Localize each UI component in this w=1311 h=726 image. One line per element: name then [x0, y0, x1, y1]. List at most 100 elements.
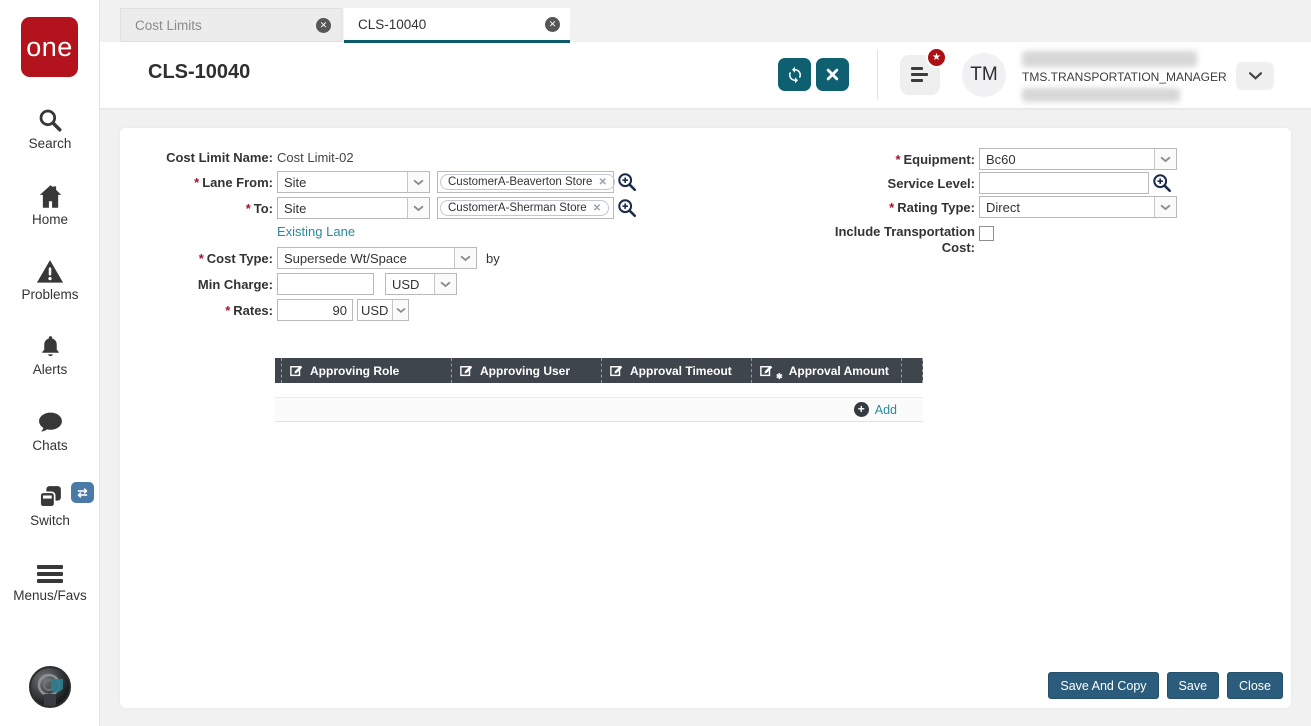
close-icon [826, 68, 839, 81]
problems-icon [0, 257, 100, 284]
column-header-actions [901, 358, 923, 383]
rates-input[interactable] [277, 299, 353, 321]
rating-type-label: * Rating Type: [889, 200, 975, 215]
sidebar-item-menus-favs[interactable]: Menus/Favs [0, 558, 100, 603]
edit-required-icon [760, 365, 773, 377]
tab-label: CLS-10040 [358, 16, 427, 32]
assistant-logo-icon[interactable] [29, 666, 71, 708]
approval-table-header: Approving Role Approving User Approval T… [275, 358, 923, 383]
service-level-lookup-button[interactable] [1152, 173, 1172, 193]
equipment-label: * Equipment: [895, 152, 975, 167]
service-level-label: Service Level: [887, 176, 975, 191]
add-row-button[interactable]: Add [875, 403, 897, 417]
chevron-down-icon [1154, 149, 1176, 169]
tab-label: Cost Limits [135, 17, 202, 33]
rates-currency-select[interactable]: USD [357, 299, 409, 321]
tab-close-icon[interactable]: ✕ [545, 16, 560, 32]
include-transportation-cost-label: Include Transportation Cost: [834, 224, 975, 256]
include-transportation-cost-checkbox[interactable] [979, 226, 994, 241]
chevron-down-icon [454, 248, 476, 268]
min-charge-currency-select[interactable]: USD [385, 273, 457, 295]
chats-icon [0, 408, 100, 435]
chevron-down-icon [392, 300, 408, 320]
footer-actions: Save And Copy Save Close [1048, 672, 1283, 699]
lane-from-type-select[interactable]: Site [277, 171, 430, 193]
cost-limit-name-label: Cost Limit Name: [166, 150, 273, 165]
switch-env-badge-icon[interactable]: ⇄ [71, 482, 94, 503]
chevron-down-icon [407, 172, 429, 192]
sidebar-item-home[interactable]: Home [0, 182, 100, 227]
notifications-button[interactable]: ★ [900, 47, 947, 95]
table-add-row: + Add [275, 398, 923, 422]
refresh-button[interactable] [778, 58, 811, 91]
equipment-select[interactable]: Bc60 [979, 148, 1177, 170]
list-icon [911, 67, 928, 85]
to-type-select[interactable]: Site [277, 197, 430, 219]
sidebar-item-switch[interactable]: ⇄ Switch [0, 482, 100, 528]
chevron-down-icon [1154, 197, 1176, 217]
sidebar-item-label: Switch [30, 513, 70, 528]
home-icon [0, 182, 100, 209]
lane-from-chip-field[interactable]: CustomerA-Beaverton Store ✕ [437, 171, 615, 193]
service-level-input[interactable] [979, 172, 1149, 194]
chevron-down-icon [1248, 72, 1262, 80]
plus-icon: + [853, 402, 869, 417]
existing-lane-link[interactable]: Existing Lane [277, 224, 355, 239]
to-lookup-button[interactable] [617, 198, 637, 218]
chevron-down-icon [434, 274, 456, 294]
refresh-icon [788, 66, 801, 83]
redacted-user-name [1022, 51, 1197, 67]
sidebar-item-label: Chats [32, 438, 68, 453]
column-header-approval-amount[interactable]: ✱ Approval Amount [751, 358, 901, 383]
sidebar-item-label: Menus/Favs [13, 588, 87, 603]
save-and-copy-button[interactable]: Save And Copy [1048, 672, 1159, 699]
star-badge-icon: ★ [926, 47, 947, 68]
header-divider [877, 50, 878, 100]
edit-icon [610, 365, 623, 377]
lane-from-lookup-button[interactable] [617, 172, 637, 192]
chip-remove-icon[interactable]: ✕ [593, 203, 601, 214]
close-record-button[interactable] [816, 58, 849, 91]
cost-type-select[interactable]: Supersede Wt/Space [277, 247, 477, 269]
zoom-in-icon [618, 173, 636, 191]
page-header: CLS-10040 ★ TM TMS.TRANSPORTATION_MANAGE… [100, 42, 1311, 108]
alerts-icon [0, 332, 100, 359]
required-indicator-icon: ✱ [776, 372, 783, 381]
save-button[interactable]: Save [1166, 672, 1220, 699]
sidebar-item-label: Search [28, 136, 72, 151]
redacted-org-name [1022, 88, 1180, 102]
sidebar-item-alerts[interactable]: Alerts [0, 332, 100, 377]
min-charge-label: Min Charge: [197, 277, 273, 292]
lane-from-chip[interactable]: CustomerA-Beaverton Store ✕ [440, 174, 615, 190]
chevron-down-icon [407, 198, 429, 218]
menus-icon [0, 558, 100, 585]
tab-close-icon[interactable]: ✕ [316, 17, 331, 33]
content-card: Cost Limit Name: Cost Limit-02 * Lane Fro… [120, 128, 1291, 708]
cost-type-by-suffix: by [486, 251, 500, 266]
rating-type-select[interactable]: Direct [979, 196, 1177, 218]
column-header-approval-timeout[interactable]: Approval Timeout [601, 358, 751, 383]
user-info: TMS.TRANSPORTATION_MANAGER [1020, 42, 1230, 108]
avatar[interactable]: TM [962, 53, 1006, 97]
to-chip-field[interactable]: CustomerA-Sherman Store ✕ [437, 197, 614, 219]
min-charge-input[interactable] [277, 273, 374, 295]
search-icon [0, 106, 100, 133]
to-chip[interactable]: CustomerA-Sherman Store ✕ [440, 200, 610, 216]
column-header-approving-role[interactable]: Approving Role [281, 358, 451, 383]
one-logo[interactable]: one [21, 17, 78, 77]
sidebar-item-label: Problems [21, 287, 79, 302]
sidebar-item-problems[interactable]: Problems [0, 257, 100, 302]
column-header-approving-user[interactable]: Approving User [451, 358, 601, 383]
sidebar: one Search Home Problems Alerts Chats ⇄ … [0, 0, 100, 726]
tab-cls-10040[interactable]: CLS-10040 ✕ [344, 8, 570, 43]
logo-text: one [26, 31, 73, 62]
close-button[interactable]: Close [1227, 672, 1283, 699]
lane-from-label: * Lane From: [194, 175, 273, 190]
user-menu-button[interactable] [1236, 62, 1274, 90]
approval-table: Approving Role Approving User Approval T… [275, 358, 923, 422]
edit-icon [290, 365, 303, 377]
sidebar-item-search[interactable]: Search [0, 106, 100, 151]
sidebar-item-chats[interactable]: Chats [0, 408, 100, 453]
tab-cost-limits[interactable]: Cost Limits ✕ [120, 8, 342, 42]
chip-remove-icon[interactable]: ✕ [598, 177, 606, 188]
